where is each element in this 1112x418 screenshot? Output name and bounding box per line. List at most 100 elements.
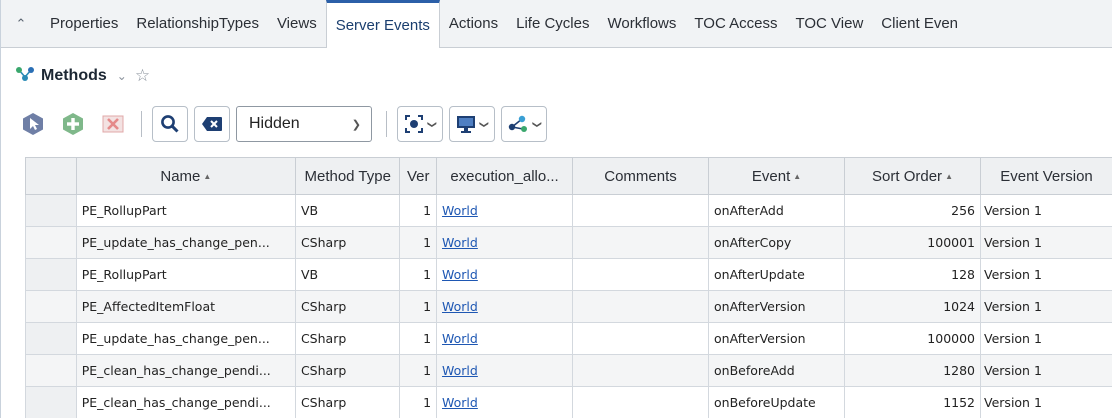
pick-item-button[interactable]	[15, 106, 51, 142]
column-header-name[interactable]: Name ▲	[75, 157, 296, 195]
cell-execution-allowed-link[interactable]: World	[436, 290, 574, 323]
row-selector[interactable]	[25, 386, 77, 418]
table-row[interactable]: PE_RollupPart VB 1 World onAfterUpdate 128 Ver…	[25, 258, 1112, 291]
column-header-sort-order[interactable]: Sort Order ▲	[844, 157, 982, 195]
cell-event-version[interactable]: Version 1	[980, 258, 1112, 291]
cell-event-version[interactable]: Version 1	[980, 386, 1112, 418]
cell-comments[interactable]	[572, 322, 710, 355]
target-dropdown-button[interactable]: ❯	[397, 106, 443, 142]
cell-name[interactable]: PE_RollupPart	[75, 258, 296, 291]
row-selector[interactable]	[25, 226, 77, 259]
cell-event[interactable]: onAfterUpdate	[708, 258, 846, 291]
cell-event[interactable]: onAfterVersion	[708, 290, 846, 323]
column-header-event[interactable]: Event ▲	[708, 157, 846, 195]
cell-sort-order[interactable]: 1152	[844, 386, 982, 418]
table-row[interactable]: PE_RollupPart VB 1 World onAfterAdd 256 Versio…	[25, 194, 1112, 227]
cell-execution-allowed-link[interactable]: World	[436, 258, 574, 291]
tab-properties[interactable]: Properties	[41, 0, 127, 48]
cell-comments[interactable]	[572, 194, 710, 227]
cell-execution-allowed-link[interactable]: World	[436, 386, 574, 418]
tab-views[interactable]: Views	[268, 0, 326, 48]
cell-method-type[interactable]: CSharp	[294, 322, 401, 355]
share-dropdown-button[interactable]: ❯	[501, 106, 547, 142]
row-selector[interactable]	[25, 290, 77, 323]
column-header-ver[interactable]: Ver	[399, 157, 438, 195]
cell-ver[interactable]: 1	[399, 386, 438, 418]
methods-dropdown-chevron-icon[interactable]: ⌄	[117, 69, 127, 83]
table-row[interactable]: PE_update_has_change_pen... CSharp 1 World o…	[25, 226, 1112, 259]
cell-method-type[interactable]: CSharp	[294, 290, 401, 323]
clear-search-button[interactable]	[194, 106, 230, 142]
table-row[interactable]: PE_clean_has_change_pendi... CSharp 1 World…	[25, 386, 1112, 418]
cell-comments[interactable]	[572, 226, 710, 259]
cell-ver[interactable]: 1	[399, 354, 438, 387]
cell-event[interactable]: onBeforeUpdate	[708, 386, 846, 418]
column-header-method-type[interactable]: Method Type	[294, 157, 401, 195]
cell-name[interactable]: PE_clean_has_change_pendi...	[75, 354, 296, 387]
column-header-execution-allowed[interactable]: execution_allo...	[436, 157, 574, 195]
cell-sort-order[interactable]: 256	[844, 194, 982, 227]
column-header-event-version[interactable]: Event Version	[980, 157, 1112, 195]
cell-sort-order[interactable]: 100000	[844, 322, 982, 355]
row-selector[interactable]	[25, 322, 77, 355]
display-dropdown-button[interactable]: ❯	[449, 106, 495, 142]
cell-event[interactable]: onAfterVersion	[708, 322, 846, 355]
cell-ver[interactable]: 1	[399, 258, 438, 291]
cell-comments[interactable]	[572, 354, 710, 387]
cell-ver[interactable]: 1	[399, 194, 438, 227]
cell-execution-allowed-link[interactable]: World	[436, 194, 574, 227]
cell-execution-allowed-link[interactable]: World	[436, 226, 574, 259]
cell-name[interactable]: PE_update_has_change_pen...	[75, 226, 296, 259]
cell-comments[interactable]	[572, 258, 710, 291]
cell-sort-order[interactable]: 100001	[844, 226, 982, 259]
cell-ver[interactable]: 1	[399, 290, 438, 323]
cell-method-type[interactable]: CSharp	[294, 354, 401, 387]
cell-method-type[interactable]: CSharp	[294, 226, 401, 259]
tab-actions[interactable]: Actions	[440, 0, 507, 48]
cell-sort-order[interactable]: 1024	[844, 290, 982, 323]
cell-method-type[interactable]: VB	[294, 194, 401, 227]
cell-method-type[interactable]: VB	[294, 258, 401, 291]
cell-sort-order[interactable]: 1280	[844, 354, 982, 387]
table-row[interactable]: PE_clean_has_change_pendi... CSharp 1 World…	[25, 354, 1112, 387]
favorite-star-icon[interactable]: ☆	[135, 66, 150, 86]
tab-server-events[interactable]: Server Events	[325, 0, 440, 48]
cell-ver[interactable]: 1	[399, 226, 438, 259]
cell-event-version[interactable]: Version 1	[980, 322, 1112, 355]
tab-toc-access[interactable]: TOC Access	[685, 0, 786, 48]
delete-row-button[interactable]	[95, 106, 131, 142]
cell-event[interactable]: onAfterCopy	[708, 226, 846, 259]
row-selector[interactable]	[25, 258, 77, 291]
cell-execution-allowed-link[interactable]: World	[436, 322, 574, 355]
cell-name[interactable]: PE_update_has_change_pen...	[75, 322, 296, 355]
cell-comments[interactable]	[572, 386, 710, 418]
tab-client-events[interactable]: Client Even	[872, 0, 967, 48]
column-header-comments[interactable]: Comments	[572, 157, 710, 195]
add-row-button[interactable]	[55, 106, 91, 142]
cell-ver[interactable]: 1	[399, 322, 438, 355]
cell-execution-allowed-link[interactable]: World	[436, 354, 574, 387]
cell-event-version[interactable]: Version 1	[980, 194, 1112, 227]
cell-name[interactable]: PE_AffectedItemFloat	[75, 290, 296, 323]
cell-name[interactable]: PE_RollupPart	[75, 194, 296, 227]
table-row[interactable]: PE_update_has_change_pen... CSharp 1 World o…	[25, 322, 1112, 355]
table-row[interactable]: PE_AffectedItemFloat CSharp 1 World onAfterV…	[25, 290, 1112, 323]
cell-event-version[interactable]: Version 1	[980, 226, 1112, 259]
cell-name[interactable]: PE_clean_has_change_pendi...	[75, 386, 296, 418]
visibility-select[interactable]: Hidden ❯	[236, 106, 372, 142]
search-button[interactable]	[152, 106, 188, 142]
cell-sort-order[interactable]: 128	[844, 258, 982, 291]
tab-relationship-types[interactable]: RelationshipTypes	[127, 0, 268, 48]
row-selector[interactable]	[25, 354, 77, 387]
cell-method-type[interactable]: CSharp	[294, 386, 401, 418]
cell-event[interactable]: onAfterAdd	[708, 194, 846, 227]
cell-event[interactable]: onBeforeAdd	[708, 354, 846, 387]
tab-toc-view[interactable]: TOC View	[786, 0, 872, 48]
cell-event-version[interactable]: Version 1	[980, 290, 1112, 323]
tab-workflows[interactable]: Workflows	[598, 0, 685, 48]
cell-comments[interactable]	[572, 290, 710, 323]
collapse-chevron-icon[interactable]: ⌃	[1, 0, 41, 48]
tab-life-cycles[interactable]: Life Cycles	[507, 0, 598, 48]
cell-event-version[interactable]: Version 1	[980, 354, 1112, 387]
row-selector[interactable]	[25, 194, 77, 227]
